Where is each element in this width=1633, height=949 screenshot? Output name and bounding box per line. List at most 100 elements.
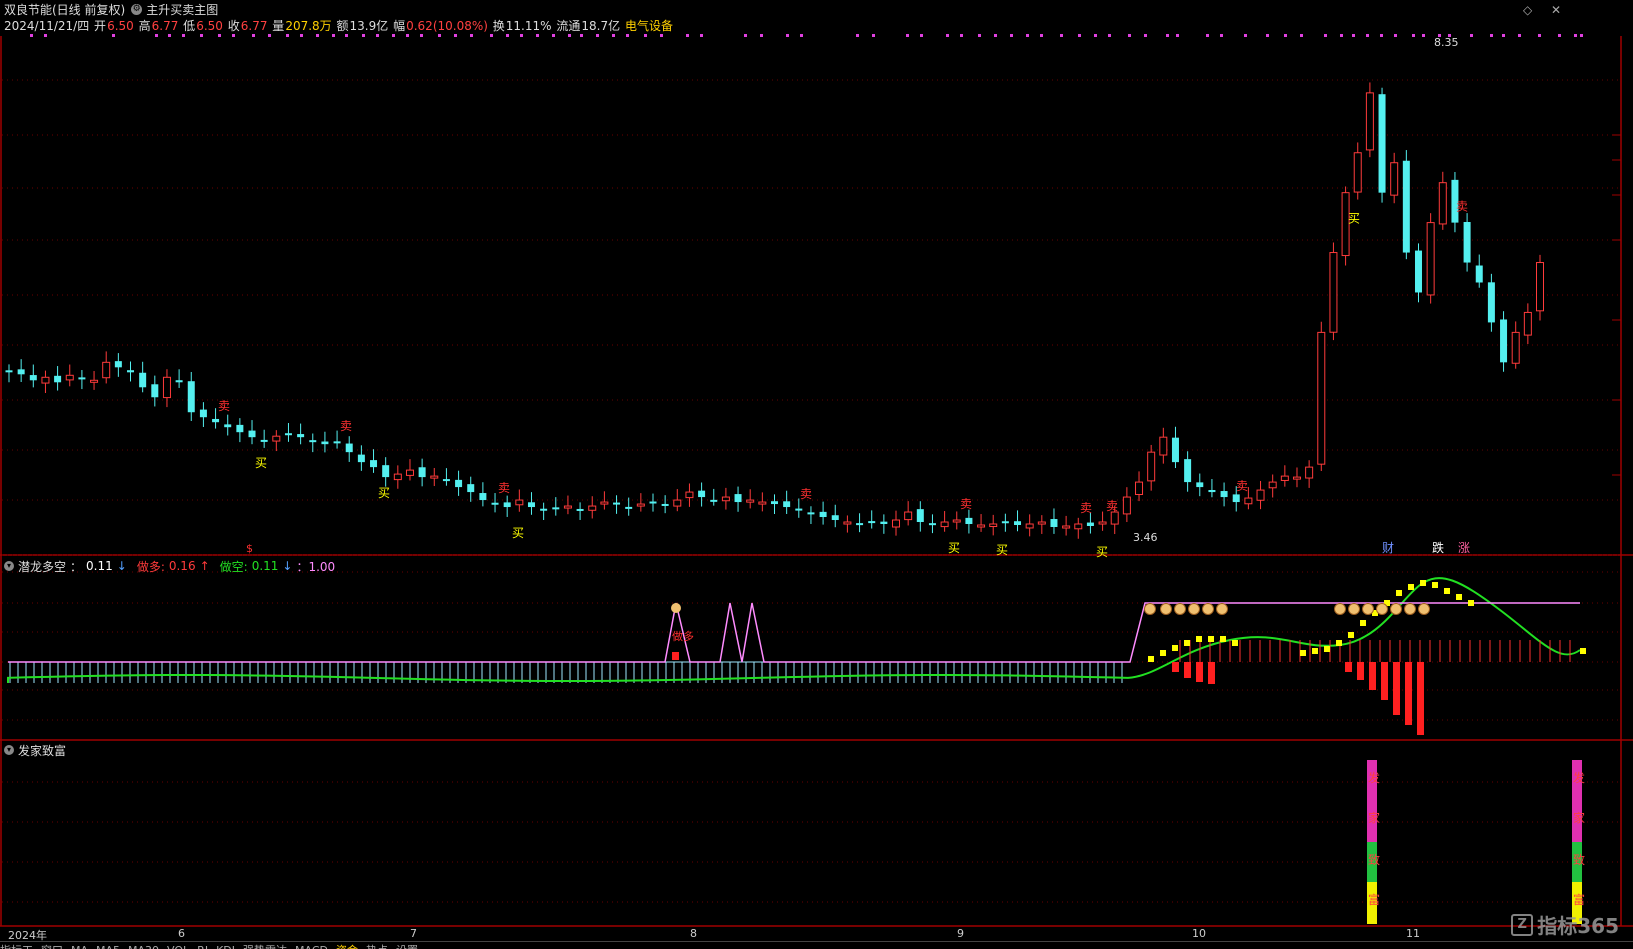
signal-dot	[1128, 34, 1131, 37]
indicator-tab-item[interactable]: 热点	[366, 944, 388, 949]
candle-body	[758, 501, 767, 505]
candle	[892, 510, 901, 536]
signal-dot	[376, 34, 379, 37]
candle	[1414, 243, 1422, 303]
candle-body	[1402, 160, 1410, 253]
pane2-extra: ：1.00	[296, 559, 336, 574]
yellow-square	[1220, 636, 1226, 642]
signal-dot	[200, 34, 203, 37]
candle	[1196, 473, 1204, 497]
pane2-name: 潜龙多空	[18, 559, 67, 574]
signal-dot	[332, 34, 335, 37]
candle-body	[54, 375, 62, 383]
candle	[1487, 273, 1495, 332]
candle-body	[418, 467, 426, 478]
candle	[5, 364, 13, 383]
signal-dot	[1470, 34, 1473, 37]
candle	[1536, 254, 1544, 321]
candle-body	[1414, 250, 1422, 293]
indicator-tab-item[interactable]: RI	[197, 944, 208, 949]
candle-body	[1147, 451, 1156, 482]
candle	[90, 371, 99, 390]
candle	[721, 487, 730, 510]
candle-body	[807, 512, 815, 515]
candle	[1037, 515, 1046, 534]
candle-body	[685, 491, 694, 499]
candle-body	[1037, 521, 1046, 525]
indicator-tab-item[interactable]: MA30	[128, 944, 159, 949]
signal-dot	[218, 34, 221, 37]
chevron-down-icon[interactable]: ▾	[4, 561, 14, 571]
signal-dot	[112, 34, 115, 37]
signal-dot	[345, 34, 348, 37]
candle-body	[357, 454, 365, 463]
candle-body	[625, 506, 633, 509]
indicator-tab-item[interactable]: 资金	[336, 944, 358, 949]
indicator-tab-item[interactable]: 强势雷达	[243, 944, 287, 949]
candle-body	[710, 499, 718, 502]
buy-signal-label: 买	[512, 526, 524, 540]
candle-body	[1159, 436, 1168, 456]
candle-body	[576, 508, 584, 511]
pane3-name: 发家致富	[18, 743, 67, 758]
candle-body	[1463, 222, 1471, 263]
candle	[661, 495, 669, 514]
indicator-tab-item[interactable]: KDJ	[216, 944, 235, 949]
sell-signal-label: 卖	[340, 419, 352, 433]
indicator-tab-item[interactable]: MA	[71, 944, 88, 949]
indicator-tab-item[interactable]: MACD	[295, 944, 328, 949]
candle-body	[916, 509, 924, 523]
candle-body	[600, 501, 609, 505]
fajia-bar-label: 致	[1573, 853, 1585, 867]
yellow-square	[1580, 648, 1586, 654]
candle	[989, 514, 998, 536]
chart-canvas[interactable]: 买买买买买买买卖卖卖 卖卖卖卖卖卖财跌涨 做多 发家致富发家致富 8.35 3.4…	[0, 0, 1633, 948]
money-bag-icon	[1188, 603, 1200, 615]
candle	[576, 502, 584, 520]
indicator-tab-item[interactable]: 窗口	[41, 944, 63, 949]
red-bar	[1417, 662, 1424, 735]
candle	[1402, 150, 1410, 260]
candle	[260, 429, 268, 448]
signal-dot	[1324, 34, 1327, 37]
indicator-tab-item[interactable]: VOL	[167, 944, 189, 949]
red-bar	[1172, 662, 1179, 672]
indicator-tab-item[interactable]: MA5	[96, 944, 120, 949]
pane2-sep: ：	[70, 559, 83, 574]
candle	[382, 457, 390, 487]
signal-dot	[1340, 34, 1343, 37]
money-bag-icon	[1160, 603, 1172, 615]
candle	[588, 496, 597, 519]
candle	[1280, 465, 1289, 487]
candle	[1050, 508, 1058, 534]
signal-dot	[596, 34, 599, 37]
chevron-down-icon[interactable]: ▾	[4, 745, 14, 755]
signal-dot	[1380, 34, 1383, 37]
sell-signal-label: 卖	[800, 487, 812, 501]
yellow-square	[1232, 640, 1238, 646]
candle-body	[977, 524, 986, 528]
signal-dot	[1300, 34, 1303, 37]
candle	[393, 465, 402, 489]
candle	[928, 514, 936, 534]
candle-body	[1110, 511, 1119, 525]
candle-body	[989, 523, 998, 528]
down-arrow-icon: ↓	[116, 559, 127, 573]
long-value: 0.16	[168, 559, 196, 573]
signal-dot	[1558, 34, 1561, 37]
high-price-mark: 8.35	[1434, 36, 1459, 49]
signal-dot	[1284, 34, 1287, 37]
candle-body	[698, 490, 706, 498]
candle	[418, 458, 426, 487]
candle	[1378, 87, 1386, 203]
candle-body	[405, 469, 414, 476]
indicator-tab-item[interactable]: 指标工	[0, 944, 33, 949]
yellow-square	[1160, 650, 1166, 656]
signal-dot	[1176, 34, 1179, 37]
candle-body	[224, 424, 232, 428]
candle	[236, 418, 244, 443]
candle-body	[1196, 482, 1204, 488]
indicator-tab-item[interactable]: 设置	[396, 944, 418, 949]
candle-body	[127, 370, 135, 373]
candle-body	[467, 484, 475, 493]
